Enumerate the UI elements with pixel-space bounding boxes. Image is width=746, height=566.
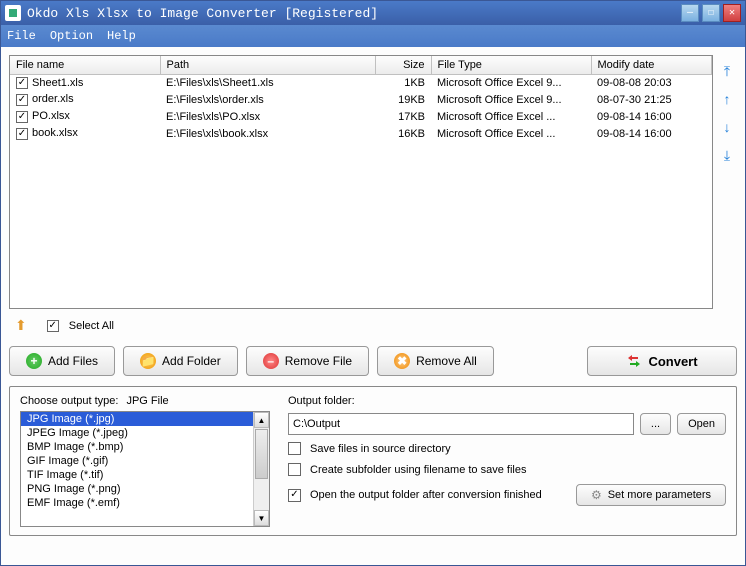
row-checkbox[interactable] bbox=[16, 111, 28, 123]
menu-help[interactable]: Help bbox=[107, 29, 136, 43]
row-path: E:\Files\xls\book.xlsx bbox=[160, 125, 375, 142]
minimize-button[interactable]: — bbox=[681, 4, 699, 22]
folder-icon: 📁 bbox=[140, 353, 156, 369]
convert-icon bbox=[626, 353, 642, 369]
row-size: 16KB bbox=[375, 125, 431, 142]
open-folder-button[interactable]: Open bbox=[677, 413, 726, 435]
row-size: 19KB bbox=[375, 91, 431, 108]
row-filename: PO.xlsx bbox=[32, 110, 70, 122]
header-modifydate[interactable]: Modify date bbox=[591, 56, 712, 74]
table-row[interactable]: order.xls E:\Files\xls\order.xls19KBMicro… bbox=[10, 91, 712, 108]
row-filename: order.xls bbox=[32, 93, 74, 105]
row-size: 1KB bbox=[375, 74, 431, 91]
row-filename: Sheet1.xls bbox=[32, 77, 83, 89]
output-type-list[interactable]: JPG Image (*.jpg)JPEG Image (*.jpeg)BMP … bbox=[21, 412, 253, 526]
scroll-down-button[interactable]: ▼ bbox=[254, 510, 269, 526]
list-item[interactable]: PNG Image (*.png) bbox=[21, 482, 253, 496]
move-top-button[interactable]: ⤒ bbox=[719, 63, 735, 79]
row-date: 09-08-14 16:00 bbox=[591, 108, 712, 125]
row-date: 09-08-14 16:00 bbox=[591, 125, 712, 142]
move-up-button[interactable]: ↑ bbox=[719, 91, 735, 107]
header-path[interactable]: Path bbox=[160, 56, 375, 74]
list-item[interactable]: EMF Image (*.emf) bbox=[21, 496, 253, 510]
row-path: E:\Files\xls\order.xls bbox=[160, 91, 375, 108]
convert-button[interactable]: Convert bbox=[587, 346, 737, 376]
table-row[interactable]: book.xlsx E:\Files\xls\book.xlsx16KBMicro… bbox=[10, 125, 712, 142]
menu-file[interactable]: File bbox=[7, 29, 36, 43]
output-type-label: Choose output type: bbox=[20, 395, 118, 407]
close-button[interactable]: ✕ bbox=[723, 4, 741, 22]
save-in-source-label: Save files in source directory bbox=[310, 443, 451, 455]
output-folder-label: Output folder: bbox=[288, 395, 726, 407]
header-filename[interactable]: File name bbox=[10, 56, 160, 74]
move-bottom-button[interactable]: ⤓ bbox=[719, 147, 735, 163]
row-date: 09-08-08 20:03 bbox=[591, 74, 712, 91]
row-checkbox[interactable] bbox=[16, 128, 28, 140]
row-checkbox[interactable] bbox=[16, 94, 28, 106]
list-item[interactable]: JPG Image (*.jpg) bbox=[21, 412, 253, 426]
add-files-button[interactable]: + Add Files bbox=[9, 346, 115, 376]
app-icon bbox=[5, 5, 21, 21]
row-date: 08-07-30 21:25 bbox=[591, 91, 712, 108]
gear-icon: ⚙ bbox=[591, 488, 602, 502]
header-filetype[interactable]: File Type bbox=[431, 56, 591, 74]
menu-bar: File Option Help bbox=[1, 25, 745, 47]
row-size: 17KB bbox=[375, 108, 431, 125]
list-item[interactable]: JPEG Image (*.jpeg) bbox=[21, 426, 253, 440]
remove-file-button[interactable]: – Remove File bbox=[246, 346, 369, 376]
select-all-label: Select All bbox=[69, 320, 114, 332]
row-filetype: Microsoft Office Excel ... bbox=[431, 108, 591, 125]
open-after-convert-checkbox[interactable] bbox=[288, 489, 301, 502]
table-row[interactable]: Sheet1.xls E:\Files\xls\Sheet1.xls1KBMicr… bbox=[10, 74, 712, 91]
select-all-checkbox[interactable] bbox=[47, 320, 59, 332]
row-path: E:\Files\xls\PO.xlsx bbox=[160, 108, 375, 125]
table-row[interactable]: PO.xlsx E:\Files\xls\PO.xlsx17KBMicrosoft… bbox=[10, 108, 712, 125]
row-filetype: Microsoft Office Excel 9... bbox=[431, 74, 591, 91]
browse-button[interactable]: ... bbox=[640, 413, 671, 435]
row-filetype: Microsoft Office Excel ... bbox=[431, 125, 591, 142]
listbox-scrollbar[interactable]: ▲ ▼ bbox=[253, 412, 269, 526]
remove-all-icon: ✖ bbox=[394, 353, 410, 369]
save-in-source-checkbox[interactable] bbox=[288, 442, 301, 455]
create-subfolder-checkbox[interactable] bbox=[288, 463, 301, 476]
window-title: Okdo Xls Xlsx to Image Converter [Regist… bbox=[27, 6, 681, 21]
list-item[interactable]: TIF Image (*.tif) bbox=[21, 468, 253, 482]
header-size[interactable]: Size bbox=[375, 56, 431, 74]
output-folder-input[interactable] bbox=[288, 413, 634, 435]
up-folder-icon[interactable]: ⬆ bbox=[15, 317, 27, 334]
remove-all-button[interactable]: ✖ Remove All bbox=[377, 346, 494, 376]
list-item[interactable]: BMP Image (*.bmp) bbox=[21, 440, 253, 454]
open-after-convert-label: Open the output folder after conversion … bbox=[310, 489, 542, 501]
file-list[interactable]: File name Path Size File Type Modify dat… bbox=[9, 55, 713, 309]
menu-option[interactable]: Option bbox=[50, 29, 93, 43]
list-item[interactable]: GIF Image (*.gif) bbox=[21, 454, 253, 468]
plus-icon: + bbox=[26, 353, 42, 369]
row-checkbox[interactable] bbox=[16, 77, 28, 89]
row-path: E:\Files\xls\Sheet1.xls bbox=[160, 74, 375, 91]
move-down-button[interactable]: ↓ bbox=[719, 119, 735, 135]
maximize-button[interactable]: ☐ bbox=[702, 4, 720, 22]
add-folder-button[interactable]: 📁 Add Folder bbox=[123, 346, 238, 376]
more-parameters-button[interactable]: ⚙ Set more parameters bbox=[576, 484, 726, 506]
scroll-thumb[interactable] bbox=[255, 429, 268, 479]
title-bar: Okdo Xls Xlsx to Image Converter [Regist… bbox=[1, 1, 745, 25]
scroll-up-button[interactable]: ▲ bbox=[254, 412, 269, 428]
row-filename: book.xlsx bbox=[32, 127, 78, 139]
create-subfolder-label: Create subfolder using filename to save … bbox=[310, 464, 526, 476]
minus-icon: – bbox=[263, 353, 279, 369]
row-filetype: Microsoft Office Excel 9... bbox=[431, 91, 591, 108]
output-type-value: JPG File bbox=[126, 395, 168, 407]
